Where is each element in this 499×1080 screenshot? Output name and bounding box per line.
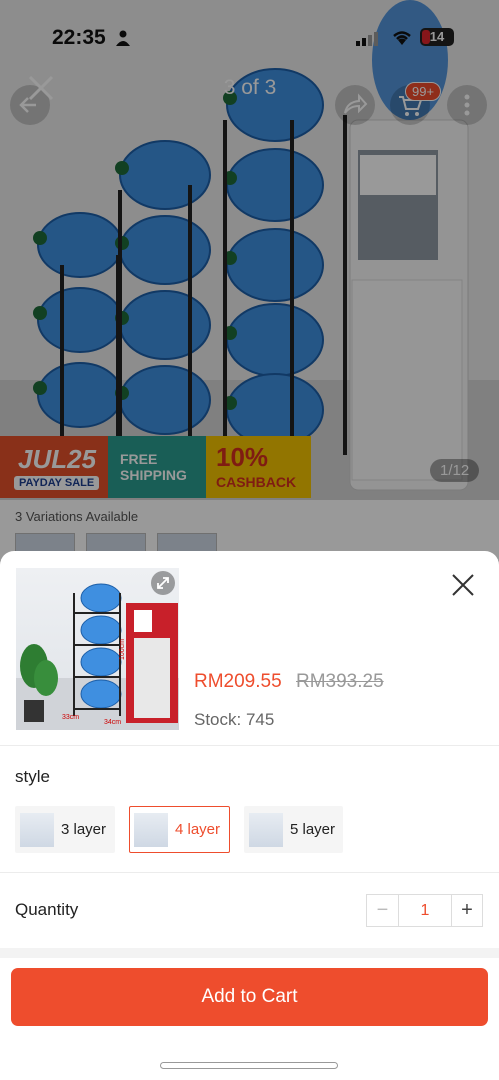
add-to-cart-button[interactable]: Add to Cart [11, 968, 488, 1026]
option-label: 4 layer [175, 821, 221, 838]
expand-arrows-icon [157, 577, 169, 589]
option-label: 5 layer [290, 821, 336, 838]
option-label: 3 layer [61, 821, 107, 838]
quantity-label: Quantity [15, 900, 79, 919]
option-thumbnail [249, 813, 283, 847]
divider [0, 872, 499, 873]
home-indicator[interactable] [160, 1062, 338, 1069]
style-section-label: style [15, 767, 50, 786]
option-thumbnail [20, 813, 54, 847]
sale-price: RM209.55 [194, 671, 282, 692]
stock-label: Stock: [194, 710, 246, 729]
dimension-label: 100cm [119, 639, 126, 660]
variation-bottom-sheet: 33cm 34cm 100cm RM209.55 RM393.25 Stock:… [0, 551, 499, 1080]
expand-image-icon[interactable] [151, 571, 175, 595]
increase-quantity-button[interactable]: + [451, 895, 482, 926]
divider [0, 745, 499, 746]
close-sheet-icon[interactable] [449, 571, 477, 599]
quantity-input[interactable]: 1 [399, 895, 451, 926]
dimension-label: 34cm [104, 719, 121, 726]
dimension-label: 33cm [62, 714, 79, 721]
option-5-layer[interactable]: 5 layer [244, 806, 343, 853]
option-3-layer[interactable]: 3 layer [15, 806, 115, 853]
quantity-stepper: − 1 + [366, 894, 483, 927]
section-separator [0, 948, 499, 958]
option-4-layer[interactable]: 4 layer [129, 806, 230, 853]
option-thumbnail [134, 813, 168, 847]
stock-value: 745 [245, 710, 275, 729]
original-price: RM393.25 [296, 671, 384, 692]
stock-info: Stock: 745 [194, 710, 274, 730]
decrease-quantity-button[interactable]: − [367, 895, 399, 926]
